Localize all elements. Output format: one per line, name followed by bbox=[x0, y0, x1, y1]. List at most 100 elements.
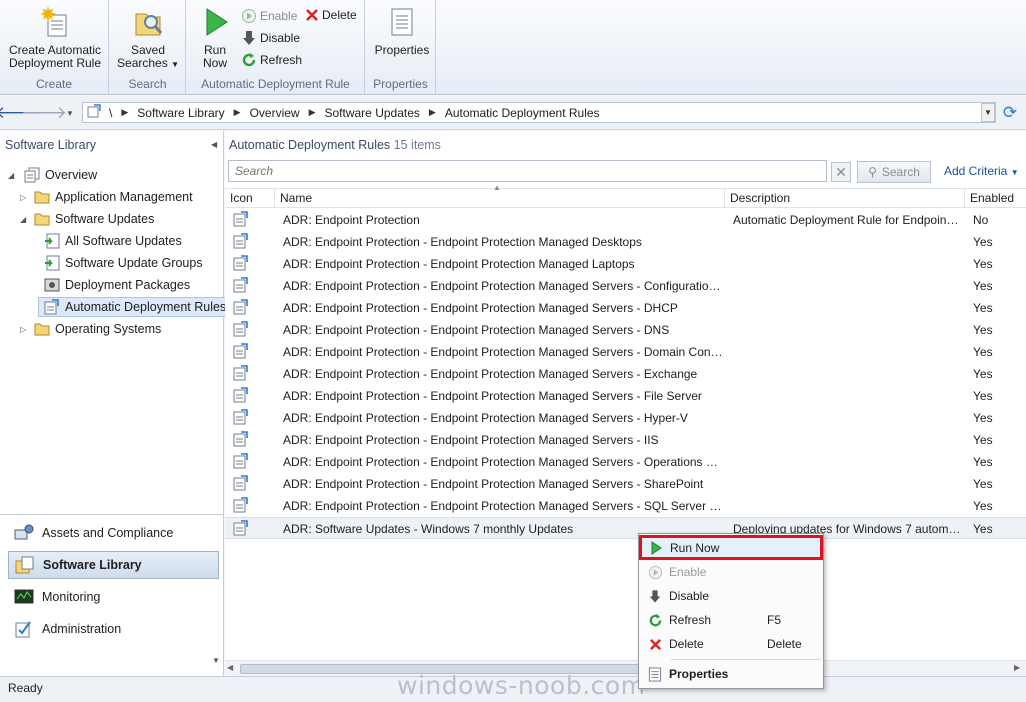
forward-arrow-icon[interactable]: 🡒 bbox=[21, 103, 67, 122]
tree-item-application-management[interactable]: Application Management bbox=[34, 187, 193, 207]
table-row[interactable]: ADR: Endpoint Protection - Endpoint Prot… bbox=[225, 451, 1026, 473]
expand-icon[interactable]: ◢ bbox=[8, 171, 14, 180]
table-row[interactable]: ADR: Software Updates - Windows 7 monthl… bbox=[225, 517, 1026, 539]
create-adr-button[interactable]: Create Automatic Deployment Rule bbox=[8, 6, 102, 70]
delete-icon bbox=[649, 638, 661, 650]
column-header-description[interactable]: Description bbox=[725, 189, 965, 208]
dropdown-arrow-icon: ▼ bbox=[1010, 168, 1019, 177]
breadcrumb-root[interactable]: \ bbox=[105, 106, 116, 120]
tree-item-operating-systems[interactable]: Operating Systems bbox=[34, 319, 161, 339]
administration-icon bbox=[15, 621, 31, 638]
cell-enabled: Yes bbox=[973, 389, 993, 403]
tree-item-software-updates[interactable]: Software Updates bbox=[34, 209, 154, 229]
collapse-icon[interactable]: ◢ bbox=[20, 215, 26, 224]
tree-item-all-software-updates[interactable]: All Software Updates bbox=[44, 231, 182, 251]
expand-icon[interactable]: ▷ bbox=[20, 325, 26, 334]
table-row[interactable]: ADR: Endpoint Protection - Endpoint Prot… bbox=[225, 231, 1026, 253]
ribbon: Create Automatic Deployment Rule Create … bbox=[0, 0, 1026, 95]
tree-item-software-update-groups[interactable]: Software Update Groups bbox=[44, 253, 203, 273]
cell-name: ADR: Endpoint Protection - Endpoint Prot… bbox=[283, 279, 723, 293]
disable-ribbon-button[interactable]: Disable bbox=[241, 30, 300, 46]
cell-description bbox=[733, 341, 961, 363]
breadcrumb-separator-icon[interactable]: ▶ bbox=[304, 107, 321, 118]
tree-item-label: Overview bbox=[45, 168, 98, 182]
context-properties[interactable]: Properties bbox=[641, 663, 821, 685]
cell-enabled: Yes bbox=[973, 235, 993, 249]
cell-description bbox=[733, 275, 961, 297]
collapse-pane-icon[interactable]: ◀ bbox=[211, 140, 217, 149]
table-row[interactable]: ADR: Endpoint Protection - Endpoint Prot… bbox=[225, 407, 1026, 429]
breadcrumb-separator-icon[interactable]: ▶ bbox=[424, 107, 441, 118]
tree-item-label: Software Updates bbox=[55, 212, 155, 226]
cell-description bbox=[733, 363, 961, 385]
scroll-left-icon[interactable]: ◀ bbox=[227, 663, 233, 672]
breadcrumb-separator-icon[interactable]: ▶ bbox=[229, 107, 246, 118]
deployment-rule-icon bbox=[233, 255, 249, 273]
pane-options-icon[interactable]: ▼ bbox=[212, 656, 220, 665]
search-button[interactable]: ⚲ Search bbox=[857, 161, 931, 183]
table-row[interactable]: ADR: Endpoint Protection - Endpoint Prot… bbox=[225, 319, 1026, 341]
table-row[interactable]: ADR: Endpoint Protection - Endpoint Prot… bbox=[225, 297, 1026, 319]
folder-icon bbox=[34, 213, 50, 226]
add-criteria-link[interactable]: Add Criteria ▼ bbox=[944, 164, 1019, 178]
watermark: windows-noob.com bbox=[397, 671, 646, 700]
run-now-ribbon-button[interactable]: Run Now bbox=[198, 6, 232, 70]
workspace-administration[interactable]: Administration bbox=[8, 615, 219, 643]
search-input[interactable] bbox=[228, 160, 827, 182]
context-disable[interactable]: Disable bbox=[641, 585, 821, 607]
scroll-right-icon[interactable]: ▶ bbox=[1014, 663, 1020, 672]
run-now-label-line2: Now bbox=[202, 56, 227, 70]
refresh-address-icon[interactable]: ⟳ bbox=[1000, 103, 1020, 122]
table-row[interactable]: ADR: Endpoint Protection - Endpoint Prot… bbox=[225, 363, 1026, 385]
ribbon-group-label: Automatic Deployment Rule bbox=[201, 77, 350, 91]
table-row[interactable]: ADR: Endpoint Protection - Endpoint Prot… bbox=[225, 429, 1026, 451]
deployment-rule-icon bbox=[233, 409, 249, 427]
properties-ribbon-button[interactable]: Properties bbox=[372, 6, 432, 57]
context-enable[interactable]: Enable bbox=[641, 561, 821, 583]
table-row[interactable]: ADR: Endpoint Protection - Endpoint Prot… bbox=[225, 473, 1026, 495]
saved-searches-button[interactable]: Saved Searches ▼ bbox=[116, 6, 180, 71]
refresh-ribbon-button[interactable]: Refresh bbox=[241, 52, 302, 68]
deployment-rule-icon bbox=[233, 299, 249, 317]
breadcrumb-item[interactable]: Software Updates bbox=[321, 106, 424, 120]
table-row[interactable]: ADR: Endpoint Protection - Endpoint Prot… bbox=[225, 253, 1026, 275]
cell-name: ADR: Endpoint Protection - Endpoint Prot… bbox=[283, 367, 698, 381]
workspace-label: Monitoring bbox=[42, 590, 101, 604]
tree-item-automatic-deployment-rules[interactable]: Automatic Deployment Rules bbox=[38, 297, 231, 317]
context-delete[interactable]: Delete Delete bbox=[641, 633, 821, 655]
table-row[interactable]: ADR: Endpoint Protection - Endpoint Prot… bbox=[225, 385, 1026, 407]
workspace-assets-and-compliance[interactable]: Assets and Compliance bbox=[8, 519, 219, 547]
breadcrumb-item[interactable]: Overview bbox=[246, 106, 304, 120]
context-refresh[interactable]: Refresh F5 bbox=[641, 609, 821, 631]
clear-search-icon[interactable]: ✕ bbox=[831, 162, 851, 182]
grid-header: Icon Name ▲ Description Enabled bbox=[225, 183, 1026, 208]
tree-item-deployment-packages[interactable]: Deployment Packages bbox=[44, 275, 190, 295]
column-header-icon[interactable]: Icon bbox=[225, 189, 275, 208]
ribbon-group-create: Create Automatic Deployment Rule Create bbox=[0, 0, 109, 95]
cell-enabled: Yes bbox=[973, 279, 993, 293]
table-row[interactable]: ADR: Endpoint Protection - Endpoint Prot… bbox=[225, 275, 1026, 297]
delete-ribbon-button[interactable]: Delete bbox=[305, 8, 357, 22]
expand-icon[interactable]: ▷ bbox=[20, 193, 26, 202]
breadcrumb-item[interactable]: Software Library bbox=[133, 106, 228, 120]
context-item-label: Enable bbox=[669, 565, 707, 579]
breadcrumb-separator-icon[interactable]: ▶ bbox=[116, 107, 133, 118]
breadcrumb-item[interactable]: Automatic Deployment Rules bbox=[441, 106, 604, 120]
history-dropdown-icon[interactable]: ▼ bbox=[60, 104, 80, 122]
cell-description bbox=[733, 407, 961, 429]
table-row[interactable]: ADR: Endpoint Protection - Endpoint Prot… bbox=[225, 341, 1026, 363]
disable-icon bbox=[243, 31, 255, 45]
breadcrumb: \ ▶ Software Library ▶ Overview ▶ Softwa… bbox=[82, 102, 996, 123]
address-dropdown-icon[interactable]: ▼ bbox=[981, 103, 995, 122]
enable-ribbon-button[interactable]: Enable bbox=[241, 8, 297, 24]
column-header-enabled[interactable]: Enabled bbox=[965, 189, 1026, 208]
table-row[interactable]: ADR: Endpoint Protection - Endpoint Prot… bbox=[225, 495, 1026, 517]
table-row[interactable]: ADR: Endpoint Protection Automatic Deploy… bbox=[225, 209, 1026, 231]
workspace-software-library[interactable]: Software Library bbox=[8, 551, 219, 579]
workspace-monitoring[interactable]: Monitoring bbox=[8, 583, 219, 611]
tree-item-overview[interactable]: Overview bbox=[24, 165, 97, 185]
deployment-rule-icon bbox=[233, 497, 249, 515]
refresh-icon bbox=[242, 53, 256, 67]
deployment-rule-icon bbox=[233, 453, 249, 471]
cell-name: ADR: Endpoint Protection - Endpoint Prot… bbox=[283, 411, 688, 425]
